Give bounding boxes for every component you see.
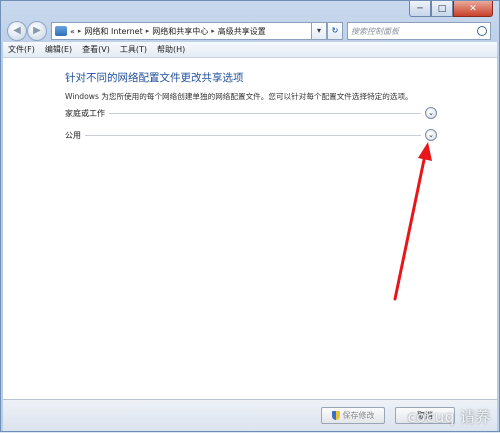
annotation-arrow xyxy=(393,142,432,301)
explorer-window: ─ □ ✕ ◀ ▶ « ▸ 网络和 Internet ▸ 网络和共享中心 ▸ 高… xyxy=(0,0,500,432)
